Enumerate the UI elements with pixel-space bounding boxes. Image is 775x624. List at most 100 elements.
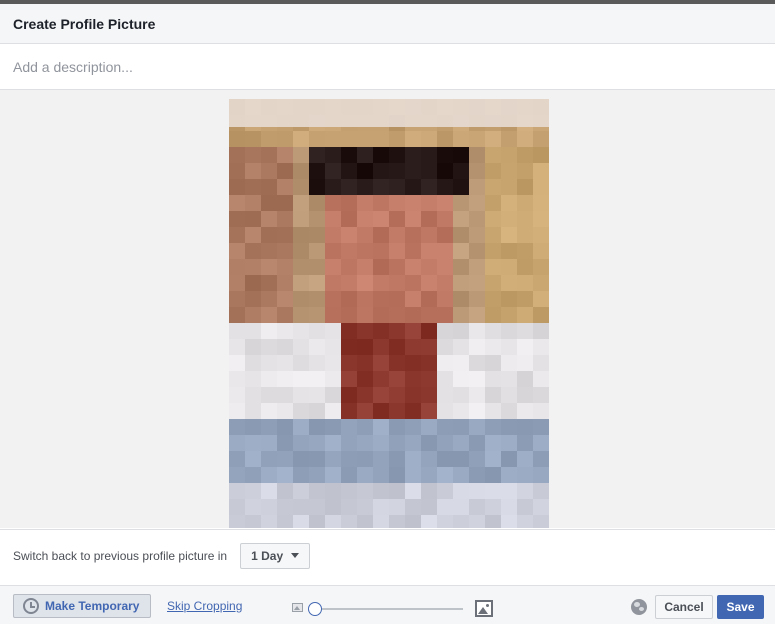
photo-pixel [277, 243, 293, 259]
photo-pixel [309, 419, 325, 435]
photo-pixel [485, 403, 501, 419]
photo-pixel [325, 307, 341, 323]
photo-pixel [357, 243, 373, 259]
photo-pixel [229, 131, 245, 147]
photo-pixel [325, 515, 341, 528]
photo-pixel [277, 339, 293, 355]
photo-pixel [293, 387, 309, 403]
photo-pixel [469, 131, 485, 147]
photo-pixel [485, 211, 501, 227]
photo-pixel [261, 451, 277, 467]
photo-pixel [229, 499, 245, 515]
photo-pixel [469, 499, 485, 515]
photo-pixel [453, 147, 469, 163]
photo-pixel [517, 243, 533, 259]
photo-pixel [405, 211, 421, 227]
photo-pixel [437, 131, 453, 147]
photo-pixel [421, 451, 437, 467]
crop-stage [0, 90, 775, 528]
photo-pixel [261, 179, 277, 195]
photo-pixel [277, 195, 293, 211]
photo-overlay-band [229, 99, 549, 127]
photo-pixel [517, 211, 533, 227]
photo-pixel [437, 435, 453, 451]
photo-pixel [309, 275, 325, 291]
photo-pixel [293, 131, 309, 147]
photo-pixel [437, 275, 453, 291]
photo-pixel [261, 467, 277, 483]
save-button[interactable]: Save [717, 595, 764, 619]
photo-pixel [437, 451, 453, 467]
photo-pixel [341, 131, 357, 147]
photo-pixel [341, 307, 357, 323]
photo-pixel [485, 515, 501, 528]
photo-pixel [485, 371, 501, 387]
photo-pixel [533, 195, 549, 211]
photo-pixel [357, 147, 373, 163]
photo-pixel [309, 339, 325, 355]
photo-pixel [373, 147, 389, 163]
photo-pixel [277, 227, 293, 243]
photo-pixel [405, 515, 421, 528]
photo-pixel [341, 371, 357, 387]
photo-pixel [357, 259, 373, 275]
photo-pixel [533, 483, 549, 499]
photo-pixel [373, 371, 389, 387]
photo-pixel [421, 371, 437, 387]
photo-pixel [389, 147, 405, 163]
photo-pixel [469, 403, 485, 419]
photo-pixel [421, 131, 437, 147]
photo-pixel [373, 307, 389, 323]
photo-pixel [485, 467, 501, 483]
photo-pixel [341, 339, 357, 355]
photo-pixel [245, 419, 261, 435]
description-input[interactable] [13, 58, 713, 75]
profile-photo-preview[interactable] [229, 99, 549, 528]
photo-pixel [309, 499, 325, 515]
photo-pixel [405, 179, 421, 195]
photo-pixel [309, 131, 325, 147]
photo-pixel [517, 291, 533, 307]
photo-pixel [277, 387, 293, 403]
photo-pixel [245, 451, 261, 467]
photo-pixel [517, 275, 533, 291]
photo-pixel [245, 515, 261, 528]
photo-pixel [533, 131, 549, 147]
temporary-switch-row: Switch back to previous profile picture … [0, 529, 775, 581]
zoom-slider-track[interactable] [316, 608, 463, 610]
photo-pixel [325, 451, 341, 467]
photo-pixel [309, 243, 325, 259]
globe-icon[interactable] [631, 599, 647, 615]
photo-pixel [277, 323, 293, 339]
photo-pixel [437, 195, 453, 211]
photo-pixel [277, 371, 293, 387]
photo-pixel [437, 211, 453, 227]
photo-pixel [277, 163, 293, 179]
photo-pixel [357, 435, 373, 451]
zoom-slider-thumb[interactable] [308, 602, 322, 616]
photo-pixel [501, 323, 517, 339]
photo-pixel [421, 195, 437, 211]
photo-pixel [309, 371, 325, 387]
photo-pixel [309, 179, 325, 195]
photo-pixel [373, 451, 389, 467]
photo-pixel [325, 227, 341, 243]
duration-dropdown[interactable]: 1 Day [240, 542, 311, 569]
photo-pixel [485, 387, 501, 403]
photo-pixel [389, 419, 405, 435]
photo-pixel [261, 419, 277, 435]
photo-pixel [421, 515, 437, 528]
photo-pixel [453, 275, 469, 291]
photo-pixel [437, 467, 453, 483]
photo-pixel [245, 323, 261, 339]
cancel-button[interactable]: Cancel [655, 595, 713, 619]
make-temporary-button[interactable]: Make Temporary [13, 594, 151, 618]
photo-pixel [437, 419, 453, 435]
photo-pixel [389, 483, 405, 499]
photo-pixel [309, 147, 325, 163]
skip-cropping-link[interactable]: Skip Cropping [167, 599, 242, 613]
photo-pixel [501, 179, 517, 195]
photo-pixel [421, 275, 437, 291]
photo-pixel [421, 179, 437, 195]
photo-pixel [517, 451, 533, 467]
